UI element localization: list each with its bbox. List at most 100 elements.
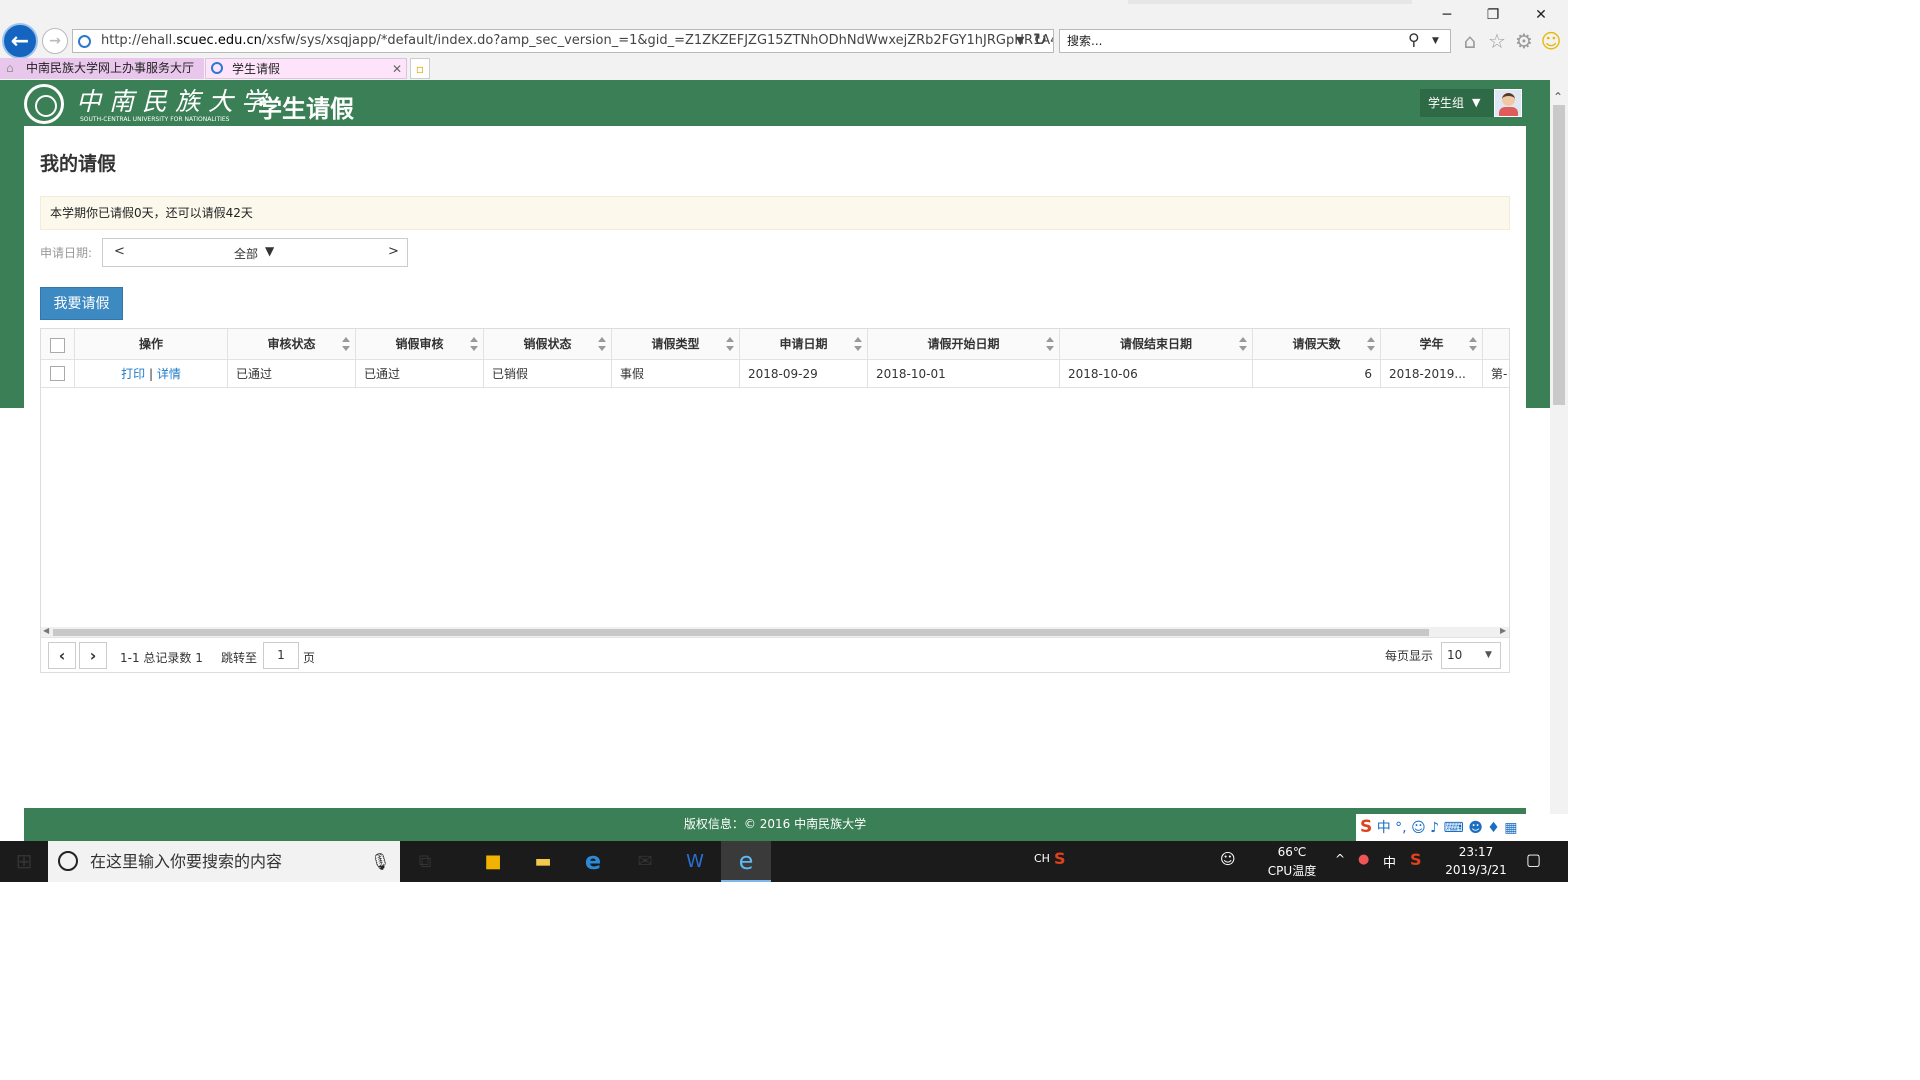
- app-title: 学生请假: [258, 95, 354, 123]
- people-icon[interactable]: ☺: [1220, 850, 1236, 868]
- cpu-temp-label: CPU温度: [1267, 864, 1317, 878]
- col-header-cancel-status[interactable]: 销假状态: [484, 329, 612, 360]
- cell-cancel-review: 已通过: [356, 360, 484, 388]
- maximize-button[interactable]: ❐: [1470, 4, 1516, 26]
- search-icon[interactable]: ⚲: [1408, 30, 1420, 49]
- cell-semester: 第-: [1483, 360, 1509, 388]
- date-filter-value[interactable]: 全部: [234, 245, 258, 262]
- address-bar[interactable]: http://ehall.scuec.edu.cn/xsfw/sys/xsqja…: [72, 29, 1054, 53]
- address-dropdown-icon[interactable]: ▼: [1016, 34, 1024, 47]
- vscroll-thumb[interactable]: [1553, 105, 1565, 405]
- sort-icon[interactable]: [1239, 337, 1247, 353]
- row-checkbox[interactable]: [50, 366, 65, 381]
- scroll-right-icon[interactable]: ▶: [1500, 626, 1506, 635]
- wps-icon[interactable]: W: [670, 841, 720, 882]
- sogou-tray-icon[interactable]: S: [1054, 849, 1066, 868]
- pager-summary: 1-1 总记录数 1: [120, 651, 203, 665]
- col-header-cancel-review[interactable]: 销假审核: [356, 329, 484, 360]
- ime-toolbar[interactable]: S 中 °, ☺ ♪ ⌨ ☻ ♦ ▦: [1356, 814, 1568, 841]
- date-next-button[interactable]: >: [388, 244, 399, 259]
- ie-tab-icon: [211, 62, 223, 74]
- minimize-button[interactable]: ─: [1424, 4, 1470, 26]
- sort-icon[interactable]: [1046, 337, 1054, 353]
- apply-leave-button[interactable]: 我要请假: [40, 287, 123, 320]
- select-all-checkbox[interactable]: [50, 338, 65, 353]
- col-header-start-date[interactable]: 请假开始日期: [868, 329, 1060, 360]
- tab-service-hall[interactable]: ⌂ 中南民族大学网上办事服务大厅: [0, 58, 204, 79]
- sort-icon[interactable]: [726, 337, 734, 353]
- user-icon: ☻: [1468, 820, 1483, 836]
- store-icon[interactable]: ■: [468, 841, 518, 882]
- back-arrow-icon[interactable]: ←: [2, 23, 38, 59]
- edge-icon[interactable]: e: [568, 841, 618, 882]
- home-icon[interactable]: ⌂: [1458, 30, 1482, 52]
- vertical-scrollbar[interactable]: ⌃: [1550, 80, 1568, 842]
- university-name-en: SOUTH-CENTRAL UNIVERSITY FOR NATIONALITI…: [80, 116, 230, 123]
- tab-label: 学生请假: [232, 62, 281, 76]
- page-number-input[interactable]: 1: [263, 642, 299, 669]
- caret-down-icon[interactable]: ▼: [265, 244, 274, 258]
- input-language[interactable]: CH: [1034, 852, 1050, 865]
- sort-icon[interactable]: [470, 337, 478, 353]
- task-view-icon[interactable]: ⧉: [400, 841, 450, 882]
- cpu-temp: 66℃: [1277, 845, 1307, 859]
- notification-icon[interactable]: ▢: [1526, 850, 1541, 869]
- search-dropdown-icon[interactable]: ▼: [1432, 36, 1439, 46]
- tray-app-icon[interactable]: ●: [1358, 852, 1369, 867]
- sogou-s-icon[interactable]: S: [1410, 850, 1422, 869]
- search-placeholder: 搜索...: [1067, 34, 1103, 48]
- sort-icon[interactable]: [342, 337, 350, 353]
- taskbar-search[interactable]: 在这里输入你要搜索的内容 🎙: [48, 841, 400, 882]
- col-header-end-date[interactable]: 请假结束日期: [1060, 329, 1253, 360]
- smiley-feedback-icon[interactable]: ☺: [1539, 30, 1563, 52]
- scroll-up-icon[interactable]: ⌃: [1553, 90, 1563, 104]
- cell-end-date: 2018-10-06: [1060, 360, 1253, 388]
- tray-chevron-up-icon[interactable]: ^: [1335, 852, 1345, 866]
- settings-gear-icon[interactable]: ⚙: [1512, 30, 1536, 52]
- scrollbar-thumb[interactable]: [53, 629, 1429, 636]
- mail-icon[interactable]: ✉: [620, 841, 670, 882]
- avatar-body-icon: [1499, 107, 1518, 116]
- sort-icon[interactable]: [1469, 337, 1477, 353]
- tab-student-leave[interactable]: 学生请假 ✕: [205, 58, 407, 79]
- col-header-school-year[interactable]: 学年: [1381, 329, 1483, 360]
- cell-cancel-status: 已销假: [484, 360, 612, 388]
- close-window-button[interactable]: ✕: [1518, 4, 1564, 26]
- sort-icon[interactable]: [854, 337, 862, 353]
- print-link[interactable]: 打印: [121, 367, 145, 381]
- next-page-button[interactable]: ›: [79, 642, 107, 669]
- url-domain: scuec.edu.cn: [176, 33, 262, 48]
- cell-school-year: 2018-2019...: [1381, 360, 1483, 388]
- close-tab-icon[interactable]: ✕: [392, 59, 402, 78]
- col-header-review-status[interactable]: 审核状态: [228, 329, 356, 360]
- row-operations: 打印 | 详情: [75, 360, 228, 388]
- clock-time[interactable]: 23:17: [1440, 845, 1512, 859]
- microphone-icon[interactable]: 🎙: [370, 841, 390, 882]
- per-page-select[interactable]: 10 ▼: [1441, 642, 1501, 669]
- sort-icon[interactable]: [1367, 337, 1375, 353]
- ime-tray-mode[interactable]: 中: [1383, 852, 1396, 871]
- clock-date[interactable]: 2019/3/21: [1440, 863, 1512, 877]
- forward-arrow-icon[interactable]: →: [42, 28, 68, 54]
- col-header-days[interactable]: 请假天数: [1253, 329, 1381, 360]
- internet-explorer-icon[interactable]: e: [721, 841, 771, 882]
- ie-page-icon: [78, 35, 91, 48]
- scroll-left-icon[interactable]: ◀: [43, 626, 49, 635]
- date-filter: < 全部 ▼ >: [102, 238, 408, 267]
- avatar[interactable]: [1494, 89, 1522, 117]
- col-header-apply-date[interactable]: 申请日期: [740, 329, 868, 360]
- detail-link[interactable]: 详情: [157, 367, 181, 381]
- date-prev-button[interactable]: <: [114, 244, 125, 259]
- new-tab-icon[interactable]: ▫: [410, 58, 430, 79]
- col-header-leave-type[interactable]: 请假类型: [612, 329, 740, 360]
- prev-page-button[interactable]: ‹: [48, 642, 76, 669]
- search-box[interactable]: 搜索...: [1059, 29, 1451, 53]
- cortana-circle-icon: [58, 851, 78, 871]
- sort-icon[interactable]: [598, 337, 606, 353]
- col-label: 审核状态: [267, 337, 316, 351]
- file-explorer-icon[interactable]: ▬: [518, 841, 568, 882]
- favorites-star-icon[interactable]: ☆: [1485, 30, 1509, 52]
- windows-start-icon[interactable]: ⊞: [0, 841, 48, 882]
- refresh-icon[interactable]: ↻: [1033, 30, 1047, 50]
- cell-start-date: 2018-10-01: [868, 360, 1060, 388]
